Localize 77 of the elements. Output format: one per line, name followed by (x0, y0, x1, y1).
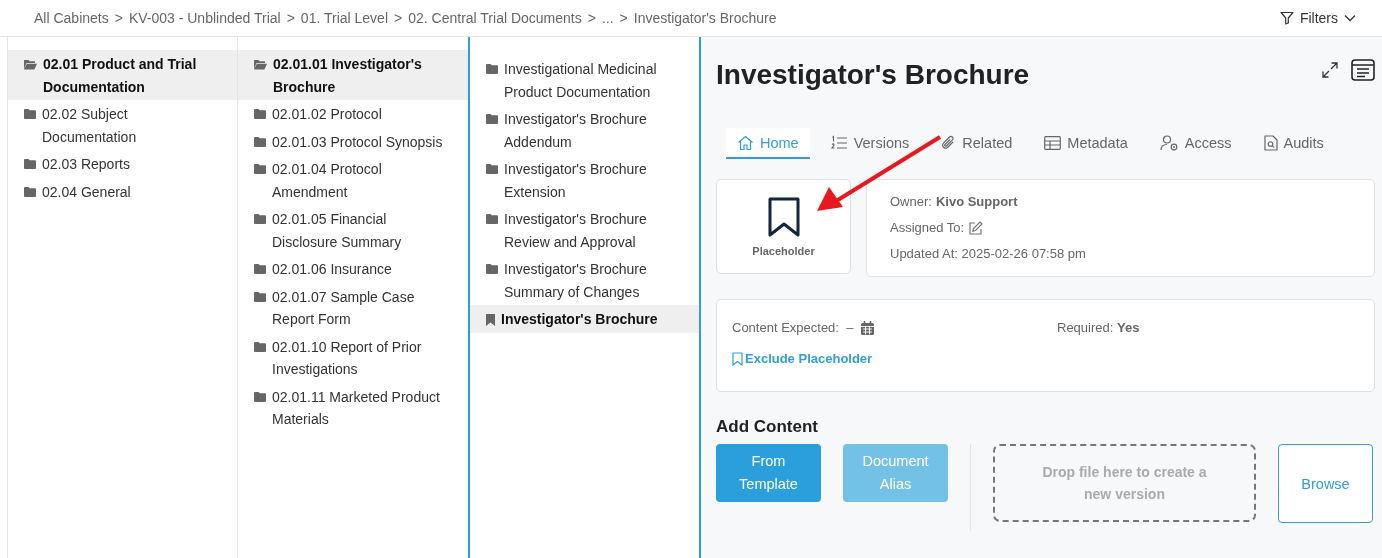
tab[interactable]: Related (930, 128, 1024, 159)
filters-button[interactable]: Filters (1273, 9, 1362, 27)
tree-item[interactable]: Investigational Medicinal Product Documentation (470, 55, 699, 105)
breadcrumb-separator: > (587, 10, 596, 26)
breadcrumb-link[interactable]: 02. Central Trial Documents (408, 10, 582, 26)
tree-item[interactable]: 02.01.10 Report of Prior Investigations (238, 332, 468, 383)
expand-icon[interactable] (1321, 61, 1339, 79)
tree-item[interactable]: Investigator's Brochure Summary of Changes (470, 255, 699, 305)
folder-icon (254, 109, 266, 119)
table-icon (1044, 136, 1062, 150)
folder-icon (24, 109, 36, 119)
updated-at-text: Updated At: 2025-02-26 07:58 pm (890, 245, 1087, 263)
tree-item[interactable]: 02.01.02 Protocol (238, 100, 468, 128)
assigned-to-label: Assigned To: (890, 219, 965, 237)
tree-item[interactable]: 02.01.11 Marketed Product Materials (238, 382, 468, 433)
numbered-list-icon (830, 135, 848, 151)
folder-icon (486, 64, 498, 74)
breadcrumb-link[interactable]: KV-003 - Unblinded Trial (128, 10, 281, 26)
tab[interactable]: Versions (819, 128, 921, 159)
calendar-icon[interactable] (861, 320, 875, 335)
breadcrumb-link[interactable]: Investigator's Brochure (633, 10, 777, 26)
folder-open-icon (24, 59, 37, 70)
tree-item[interactable]: Investigator's Brochure (470, 305, 699, 333)
tree-item[interactable]: 02.01.07 Sample Case Report Form (238, 282, 468, 333)
document-type-label: Placeholder (752, 244, 815, 257)
edit-icon[interactable] (968, 220, 984, 236)
tree-item[interactable]: 02.01.03 Protocol Synopsis (238, 127, 468, 155)
folder-icon (486, 214, 498, 224)
breadcrumb-link[interactable]: All Cabinets (34, 10, 109, 26)
tree-item[interactable]: 02.01.04 Protocol Amendment (238, 155, 468, 205)
tab[interactable]: Access (1148, 128, 1243, 159)
tab[interactable]: Metadata (1033, 128, 1139, 159)
tree-item[interactable]: 02.04 General (8, 177, 237, 205)
folder-icon (254, 391, 266, 402)
tree-item[interactable]: 02.01 Product and Trial Documentation (8, 50, 237, 100)
folder-icon (486, 264, 498, 274)
folder-icon (486, 114, 498, 124)
tree-item[interactable]: 02.01.05 Financial Disclosure Summary (238, 205, 468, 255)
tab[interactable]: Audits (1252, 128, 1335, 159)
folder-icon (254, 214, 266, 224)
folder-icon (254, 136, 266, 147)
chevron-down-icon (1344, 14, 1356, 22)
tree-item[interactable]: 02.02 Subject Documentation (8, 100, 237, 150)
breadcrumb-separator: > (286, 10, 295, 26)
user-gear-icon (1159, 135, 1179, 151)
file-search-icon (1263, 135, 1278, 151)
folder-open-icon (254, 59, 267, 70)
content-expected-text: Content Expected: – (732, 320, 854, 335)
panel-icon[interactable] (1351, 59, 1375, 81)
breadcrumb-separator: > (619, 10, 628, 26)
funnel-icon (1279, 11, 1294, 25)
tree-item[interactable]: 02.01.01 Investigator's Brochure (238, 50, 468, 100)
breadcrumb-separator: > (394, 10, 403, 26)
paperclip-icon (941, 135, 957, 151)
tree-item[interactable]: Investigator's Brochure Review and Approval (470, 205, 699, 255)
tree-item[interactable]: 02.03 Reports (8, 150, 237, 178)
home-icon (737, 135, 754, 151)
bookmark-icon (486, 314, 495, 326)
document-title: Investigator's Brochure (716, 59, 1030, 91)
folder-icon (254, 264, 266, 274)
breadcrumb-link[interactable]: 01. Trial Level (300, 10, 388, 26)
bookmark-icon (732, 351, 743, 366)
folder-icon (254, 291, 266, 302)
breadcrumb-link[interactable]: ... (601, 10, 614, 26)
folder-icon (254, 341, 266, 352)
owner-text: Owner: Kivo Support (890, 193, 1019, 211)
bookmark-icon (767, 196, 800, 237)
folder-icon (24, 159, 36, 169)
tree-item[interactable]: 02.01.06 Insurance (238, 255, 468, 283)
folder-icon (24, 186, 36, 197)
required-text: Required: Yes (1057, 320, 1140, 335)
folder-icon (486, 164, 498, 174)
tree-item[interactable]: Investigator's Brochure Addendum (470, 105, 699, 155)
tree-item[interactable]: Investigator's Brochure Extension (470, 155, 699, 205)
breadcrumb-separator: > (114, 10, 123, 26)
section-heading: Add Content (716, 417, 819, 437)
folder-icon (254, 164, 266, 174)
